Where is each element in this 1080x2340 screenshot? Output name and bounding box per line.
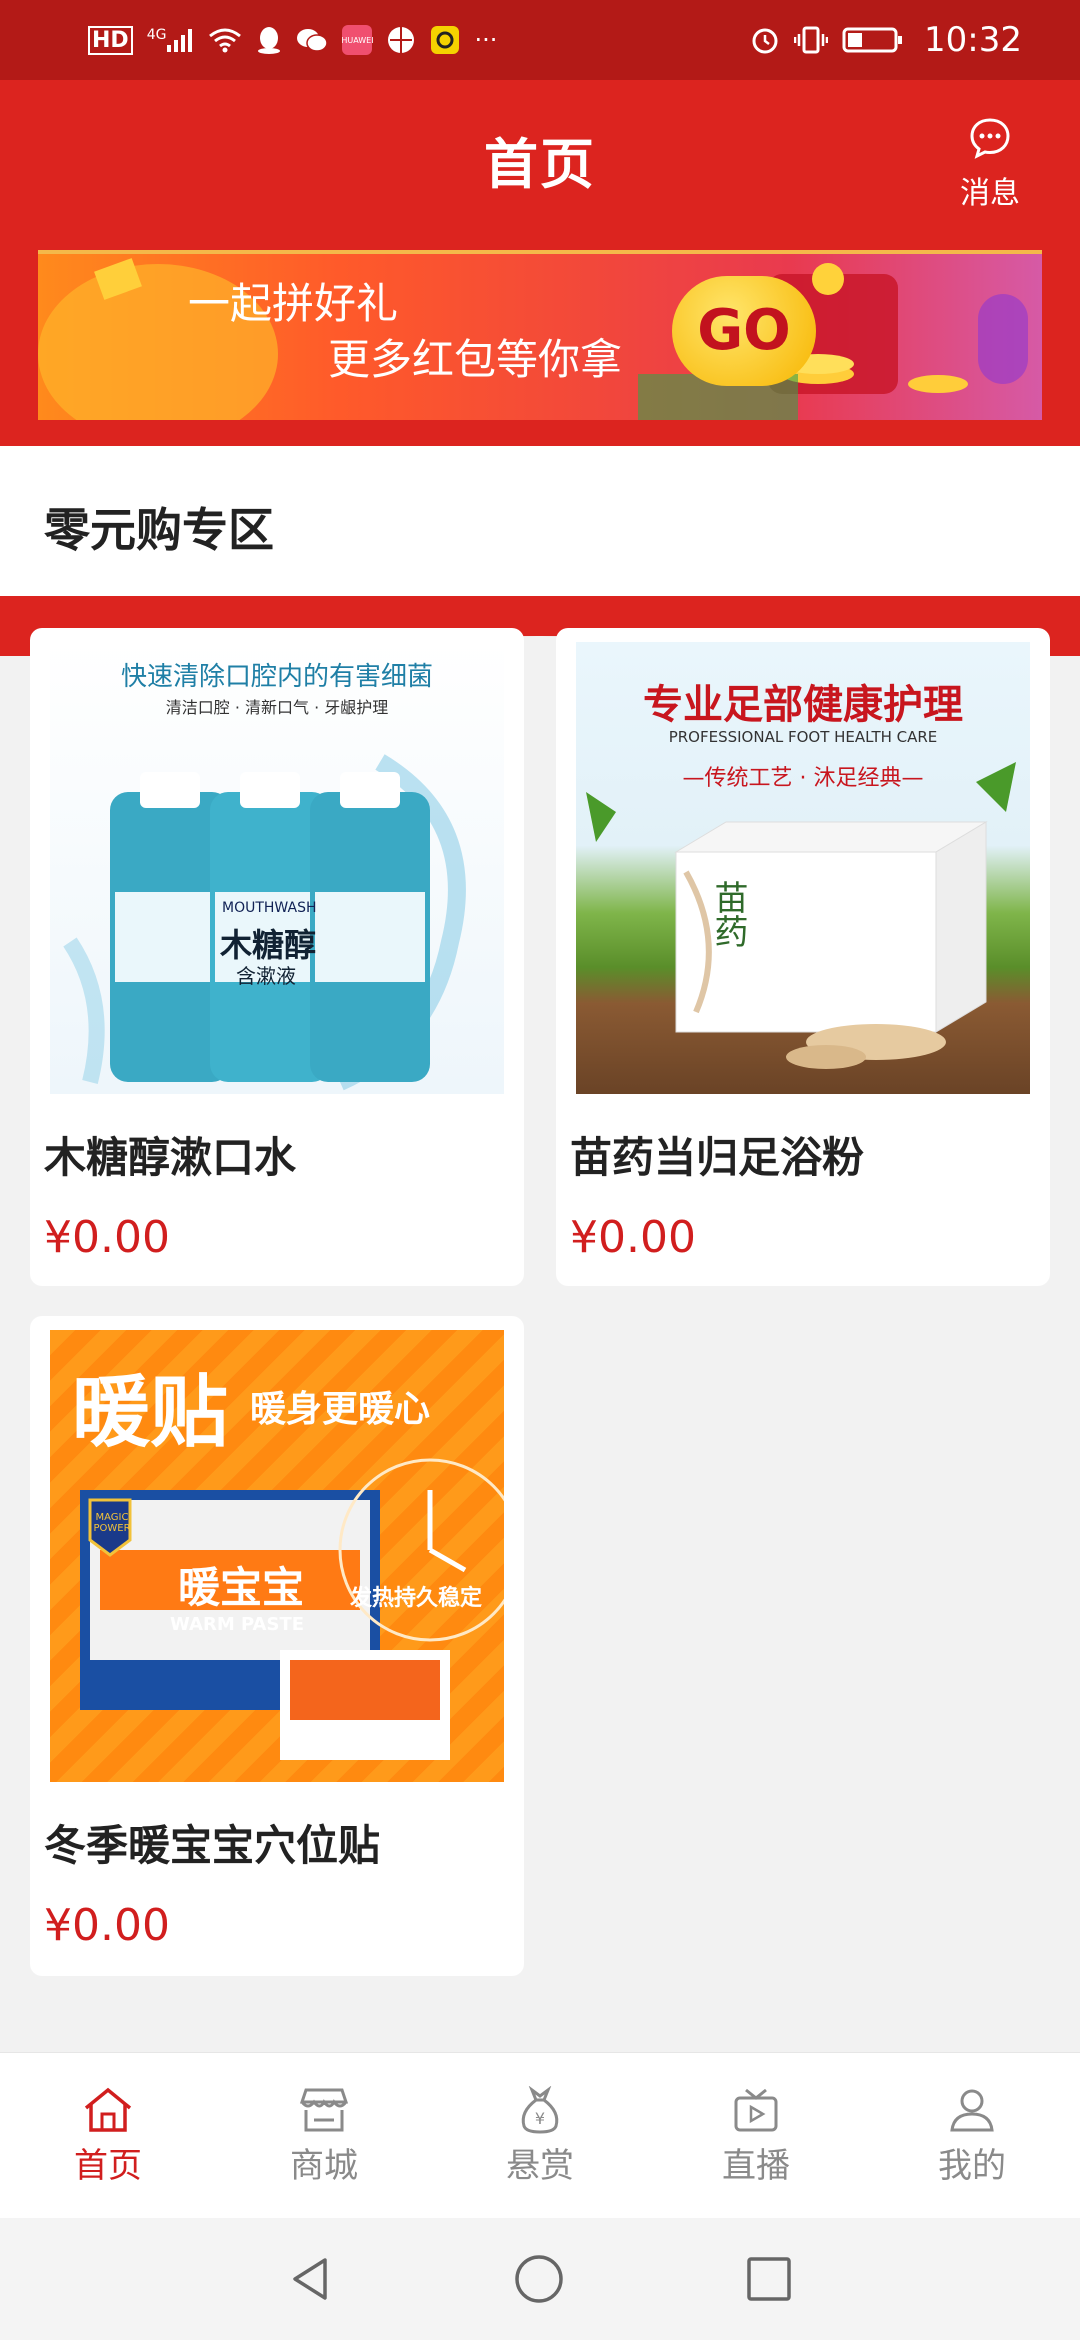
image-3-en: WARM PASTE: [170, 1614, 305, 1635]
product-image-3[interactable]: 暖贴 暖身更暖心 MAGIC POWER 暖宝宝 WARM PASTE 发热持久…: [50, 1330, 504, 1782]
image-1-bottle-sub: 含漱液: [236, 964, 296, 988]
message-label: 消息: [960, 176, 1020, 211]
svg-text:¥: ¥: [535, 2109, 545, 2128]
tab-live-label: 直播: [722, 2145, 790, 2186]
section-header: 零元购专区: [0, 446, 1080, 596]
message-button[interactable]: 消息: [930, 116, 1050, 212]
image-2-headline: 专业足部健康护理: [643, 682, 963, 728]
status-left-icons: HD 4G HUAWEI ···: [88, 25, 497, 55]
product-price-1: ¥0.00: [44, 1212, 170, 1263]
wifi-icon: [208, 27, 242, 53]
product-name-1: 木糖醇漱口水: [44, 1133, 297, 1182]
banner-line-1: 一起拼好礼: [188, 279, 399, 328]
vibrate-icon: [794, 25, 829, 55]
image-3-product: 暖宝宝: [178, 1563, 305, 1612]
section-title: 零元购专区: [44, 503, 274, 557]
tab-store[interactable]: 商城: [216, 2053, 432, 2219]
system-nav-bar: [0, 2218, 1080, 2340]
image-3-headline: 暖贴: [72, 1368, 229, 1458]
image-3-brand: MAGIC POWER: [93, 1512, 131, 1534]
status-bar: HD 4G HUAWEI ··· 10:32: [0, 0, 1080, 80]
tab-home[interactable]: 首页: [0, 2053, 216, 2219]
recents-icon[interactable]: [745, 2255, 793, 2303]
clock-time: 10:32: [924, 20, 1022, 60]
image-1-headline: 快速清除口腔内的有害细菌: [120, 662, 433, 692]
tab-mine[interactable]: 我的: [864, 2053, 1080, 2219]
app-header: 首页 消息: [0, 80, 1080, 248]
store-icon: [299, 2088, 349, 2131]
tab-live[interactable]: 直播: [648, 2053, 864, 2219]
browser-icon: [386, 25, 416, 55]
banner-area: 一起拼好礼 更多红包等你拿 GO: [0, 248, 1080, 446]
product-card-1[interactable]: 快速清除口腔内的有害细菌 清洁口腔 · 清新口气 · 牙龈护理 MOUTHWAS…: [30, 628, 524, 1286]
product-image-1[interactable]: 快速清除口腔内的有害细菌 清洁口腔 · 清新口气 · 牙龈护理 MOUTHWAS…: [50, 642, 504, 1094]
image-3-tagline: 暖身更暖心: [250, 1389, 431, 1430]
banner-line-2: 更多红包等你拿: [328, 335, 623, 384]
home-icon: [84, 2087, 132, 2132]
more-notifications-icon: ···: [474, 26, 498, 54]
battery-icon: [842, 25, 904, 55]
image-2-sub: —传统工艺 · 沐足经典—: [682, 766, 924, 791]
home-circle-icon[interactable]: [513, 2253, 565, 2305]
image-2-en: PROFESSIONAL FOOT HEALTH CARE: [668, 728, 938, 746]
product-card-3[interactable]: 暖贴 暖身更暖心 MAGIC POWER 暖宝宝 WARM PASTE 发热持久…: [30, 1316, 524, 1976]
bottom-tab-bar: 首页 商城 ¥ 悬赏 直播 我的: [0, 2052, 1080, 2219]
tab-home-label: 首页: [74, 2145, 142, 2186]
promo-banner[interactable]: 一起拼好礼 更多红包等你拿 GO: [38, 250, 1042, 420]
tv-icon: [734, 2088, 778, 2131]
tab-store-label: 商城: [290, 2145, 358, 2186]
image-1-brand: MOUTHWASH: [222, 900, 317, 916]
user-icon: [950, 2089, 994, 2131]
product-image-2[interactable]: 专业足部健康护理 PROFESSIONAL FOOT HEALTH CARE —…: [576, 642, 1030, 1094]
signal-4g-icon: 4G: [147, 27, 195, 53]
huawei-app-icon: HUAWEI: [341, 25, 374, 55]
tab-reward[interactable]: ¥ 悬赏: [432, 2053, 648, 2219]
image-1-sub: 清洁口腔 · 清新口气 · 牙龈护理: [165, 698, 389, 717]
chat-bubble-icon: [970, 118, 1010, 159]
image-3-side-text: 发热持久稳定: [350, 1586, 483, 1611]
money-bag-icon: ¥: [521, 2085, 559, 2134]
image-2-box-label: 苗药: [708, 880, 748, 948]
wechat-icon: [296, 26, 329, 54]
status-right-icons: 10:32: [750, 20, 1022, 60]
product-name-2: 苗药当归足浴粉: [570, 1133, 865, 1182]
product-price-3: ¥0.00: [44, 1900, 170, 1951]
tab-reward-label: 悬赏: [506, 2145, 574, 2186]
qq-icon: [256, 26, 282, 54]
product-price-2: ¥0.00: [570, 1212, 696, 1263]
tab-mine-label: 我的: [938, 2145, 1006, 2186]
back-icon[interactable]: [287, 2254, 333, 2304]
app-icon: [430, 25, 460, 55]
page-title: 首页: [484, 133, 596, 196]
alarm-icon: [750, 25, 780, 55]
hd-icon: HD: [88, 25, 133, 55]
go-button[interactable]: GO: [672, 276, 816, 386]
product-name-3: 冬季暖宝宝穴位贴: [44, 1821, 381, 1870]
product-card-2[interactable]: 专业足部健康护理 PROFESSIONAL FOOT HEALTH CARE —…: [556, 628, 1050, 1286]
